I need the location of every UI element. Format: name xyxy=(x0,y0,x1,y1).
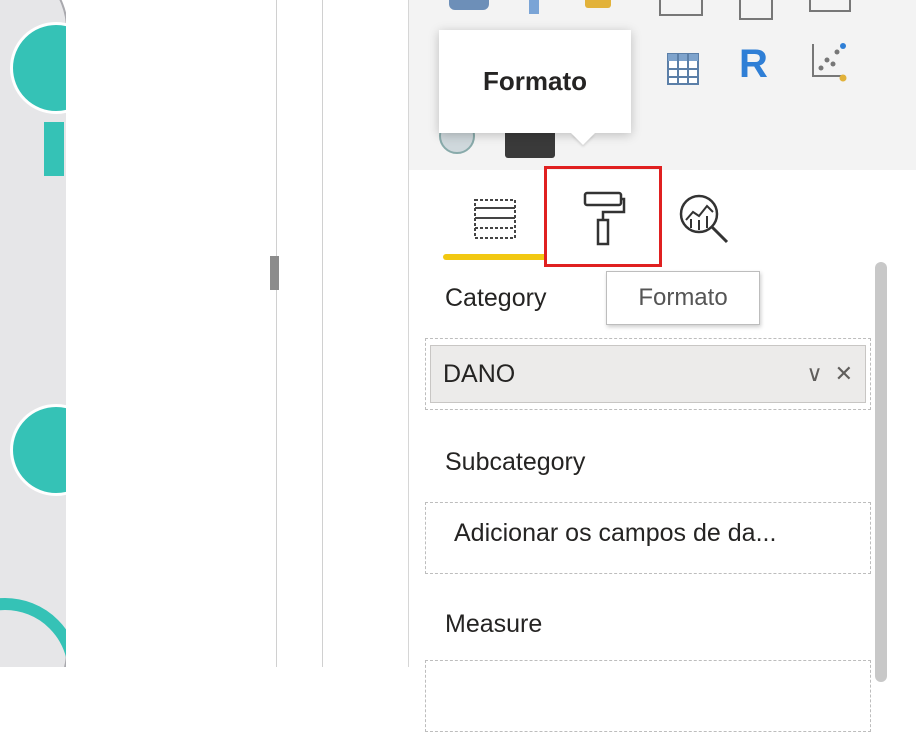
magnifier-analytics-icon xyxy=(679,194,729,244)
visual-icon-partial[interactable] xyxy=(659,0,703,16)
visual-icon-partial[interactable] xyxy=(449,0,489,10)
format-hover-tooltip: Formato xyxy=(606,271,760,325)
category-field-name: DANO xyxy=(443,359,516,388)
category-field-chip[interactable]: DANO ∨ ✕ xyxy=(430,345,866,403)
canvas-divider xyxy=(276,0,277,667)
tab-analytics[interactable] xyxy=(671,176,741,262)
chevron-down-icon[interactable]: ∨ xyxy=(806,361,822,387)
measure-label: Measure xyxy=(445,610,543,638)
pane-resize-handle[interactable] xyxy=(270,256,279,290)
subcategory-label: Subcategory xyxy=(445,448,586,476)
visual-icon-partial[interactable] xyxy=(809,0,851,12)
category-field-well[interactable]: DANO ∨ ✕ xyxy=(425,338,871,410)
visualizations-pane: R Formato Formato Category DANO ∨ ✕ Subc… xyxy=(408,0,916,732)
category-label: Category xyxy=(445,284,547,312)
subcategory-placeholder: Adicionar os campos de da... xyxy=(454,519,777,547)
fields-icon xyxy=(474,199,516,239)
pane-divider xyxy=(322,0,323,667)
active-tab-indicator xyxy=(443,254,547,260)
visual-icon-partial[interactable] xyxy=(739,0,773,20)
python-scatter-icon[interactable] xyxy=(809,40,849,84)
visual-icon-partial[interactable] xyxy=(529,0,539,14)
teal-line-segment xyxy=(44,122,64,176)
format-tooltip-callout: Formato xyxy=(439,30,631,133)
visual-icon-partial[interactable] xyxy=(585,0,611,8)
tab-fields[interactable] xyxy=(445,176,545,262)
table-icon[interactable] xyxy=(666,52,700,86)
close-icon[interactable]: ✕ xyxy=(835,361,853,387)
subcategory-field-well[interactable]: Adicionar os campos de da... xyxy=(425,502,871,574)
format-tab-highlight xyxy=(544,166,662,267)
r-script-icon[interactable]: R xyxy=(739,44,768,84)
measure-field-well[interactable] xyxy=(425,660,871,732)
pane-scrollbar[interactable] xyxy=(875,262,887,682)
report-canvas-visual xyxy=(0,0,66,667)
